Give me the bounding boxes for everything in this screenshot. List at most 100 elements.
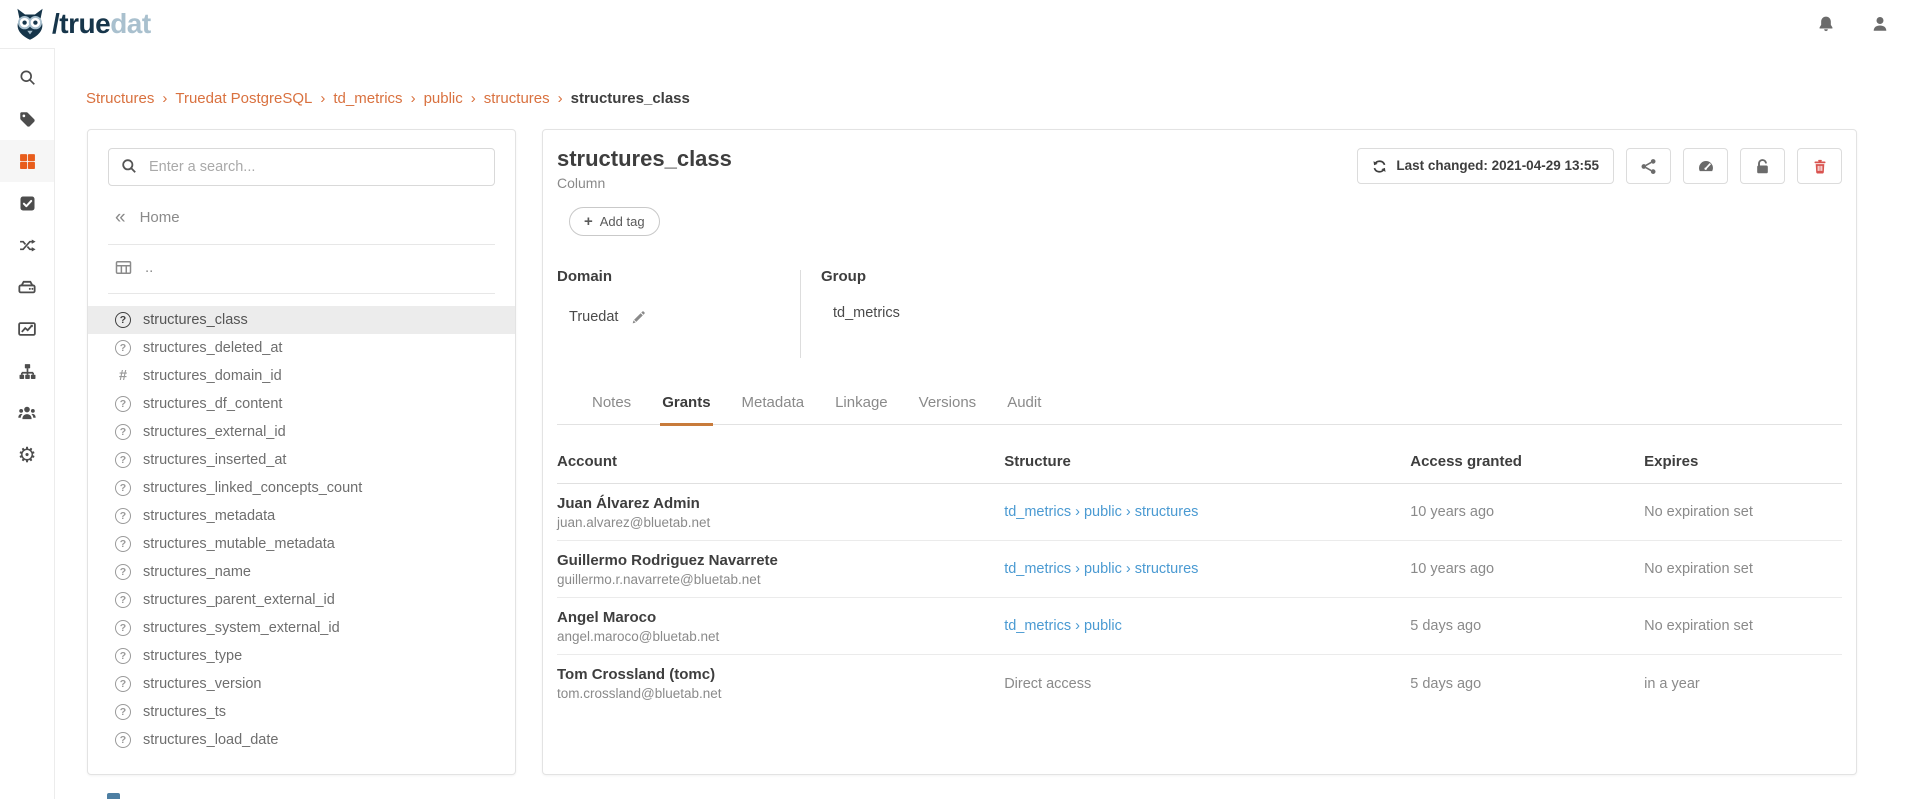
- profile-button[interactable]: [1683, 148, 1728, 184]
- structure-path-link[interactable]: td_metrics › public › structures: [1004, 561, 1198, 577]
- question-circle-icon: ?: [115, 312, 131, 328]
- access-granted-value: 5 days ago: [1410, 676, 1481, 692]
- breadcrumb: Structures›Truedat PostgreSQL›td_metrics…: [86, 90, 1911, 107]
- hdd-icon: [18, 278, 36, 296]
- tab-notes[interactable]: Notes: [590, 388, 633, 426]
- tab-versions[interactable]: Versions: [917, 388, 979, 426]
- nav-dashboards[interactable]: [0, 308, 54, 350]
- account-button[interactable]: [1867, 11, 1893, 37]
- list-item[interactable]: ?structures_ts: [88, 698, 515, 726]
- add-tag-button[interactable]: + Add tag: [569, 207, 660, 236]
- nav-settings[interactable]: ⚙: [0, 434, 54, 476]
- nav-users[interactable]: [0, 392, 54, 434]
- list-item[interactable]: ?structures_deleted_at: [88, 334, 515, 362]
- breadcrumb-link[interactable]: public: [424, 90, 463, 107]
- list-item[interactable]: ?structures_load_date: [88, 726, 515, 754]
- access-granted-cell: 10 years ago: [1410, 484, 1644, 541]
- list-item[interactable]: ?structures_df_content: [88, 390, 515, 418]
- grants-table: Account Structure Access granted Expires…: [557, 437, 1842, 712]
- table-row: Guillermo Rodriguez Navarreteguillermo.r…: [557, 541, 1842, 598]
- nav-domains[interactable]: [0, 350, 54, 392]
- grid-icon: [19, 153, 36, 170]
- tab-metadata[interactable]: Metadata: [740, 388, 807, 426]
- nav-tags[interactable]: [0, 98, 54, 140]
- structure-path-link[interactable]: td_metrics › public: [1004, 618, 1122, 634]
- nav-quality[interactable]: [0, 182, 54, 224]
- account-email: tom.crossland@bluetab.net: [557, 686, 1004, 701]
- tab-audit[interactable]: Audit: [1005, 388, 1043, 426]
- list-item[interactable]: ?structures_name: [88, 558, 515, 586]
- table-row: Angel Marocoangel.maroco@bluetab.nettd_m…: [557, 598, 1842, 655]
- list-item[interactable]: ?structures_system_external_id: [88, 614, 515, 642]
- account-cell: Angel Marocoangel.maroco@bluetab.net: [557, 598, 1004, 655]
- list-item[interactable]: ?structures_external_id: [88, 418, 515, 446]
- structure-cell: td_metrics › public › structures: [1004, 541, 1410, 598]
- parent-folder-item[interactable]: ..: [115, 259, 495, 276]
- tab-linkage[interactable]: Linkage: [833, 388, 890, 426]
- expires-value: No expiration set: [1644, 561, 1753, 577]
- truedat-logo[interactable]: /truedat: [12, 6, 151, 42]
- check-square-icon: [19, 195, 36, 212]
- divider: [108, 293, 495, 294]
- account-name: Angel Maroco: [557, 609, 1004, 626]
- account-cell: Guillermo Rodriguez Navarreteguillermo.r…: [557, 541, 1004, 598]
- share-button[interactable]: [1626, 148, 1671, 184]
- breadcrumb-link[interactable]: structures: [484, 90, 550, 107]
- nav-search[interactable]: [0, 56, 54, 98]
- list-item-label: structures_name: [143, 564, 251, 580]
- list-item[interactable]: ?structures_type: [88, 642, 515, 670]
- expires-cell: in a year: [1644, 655, 1842, 712]
- structure-text: Direct access: [1004, 676, 1091, 692]
- list-item[interactable]: #structures_domain_id: [88, 362, 515, 390]
- share-icon: [1640, 158, 1657, 175]
- list-item[interactable]: ?structures_linked_concepts_count: [88, 474, 515, 502]
- refresh-icon: [1372, 159, 1387, 174]
- structure-browser-panel: « Home .. ?structures_class?structures_d…: [87, 129, 516, 775]
- col-header-expires: Expires: [1644, 437, 1842, 484]
- list-item[interactable]: ?structures_parent_external_id: [88, 586, 515, 614]
- breadcrumb-link[interactable]: Structures: [86, 90, 154, 107]
- nav-lineage[interactable]: [0, 224, 54, 266]
- access-granted-cell: 5 days ago: [1410, 598, 1644, 655]
- breadcrumb-separator-icon: ›: [312, 90, 333, 107]
- list-item[interactable]: ?structures_metadata: [88, 502, 515, 530]
- unlock-button[interactable]: [1740, 148, 1785, 184]
- breadcrumb-link[interactable]: Truedat PostgreSQL: [175, 90, 312, 107]
- add-tag-label: Add tag: [600, 214, 645, 229]
- trash-icon: [1812, 158, 1828, 175]
- nav-systems[interactable]: [0, 266, 54, 308]
- list-item-label: structures_metadata: [143, 508, 275, 524]
- last-changed-button[interactable]: Last changed: 2021-04-29 13:55: [1357, 148, 1614, 184]
- list-item[interactable]: ?structures_class: [88, 306, 515, 334]
- list-item[interactable]: ?structures_version: [88, 670, 515, 698]
- expires-cell: No expiration set: [1644, 598, 1842, 655]
- nav-structures[interactable]: [0, 140, 54, 182]
- search-input[interactable]: [108, 148, 495, 186]
- account-email: juan.alvarez@bluetab.net: [557, 515, 1004, 530]
- delete-button[interactable]: [1797, 148, 1842, 184]
- structure-path-link[interactable]: td_metrics › public › structures: [1004, 504, 1198, 520]
- nav-rail: ⚙: [0, 48, 55, 799]
- access-granted-value: 10 years ago: [1410, 561, 1494, 577]
- list-item-label: structures_df_content: [143, 396, 282, 412]
- domain-value: Truedat: [569, 309, 618, 325]
- account-name: Juan Álvarez Admin: [557, 495, 1004, 512]
- pencil-icon: [631, 310, 646, 325]
- list-item-label: structures_version: [143, 676, 261, 692]
- list-item-label: structures_deleted_at: [143, 340, 282, 356]
- home-link[interactable]: « Home: [115, 208, 495, 227]
- breadcrumb-link[interactable]: td_metrics: [333, 90, 402, 107]
- list-item-label: structures_type: [143, 648, 242, 664]
- access-granted-value: 10 years ago: [1410, 504, 1494, 520]
- table-row: Tom Crossland (tomc)tom.crossland@blueta…: [557, 655, 1842, 712]
- hash-icon: #: [115, 369, 131, 384]
- notifications-button[interactable]: [1813, 11, 1839, 37]
- question-circle-icon: ?: [115, 452, 131, 468]
- question-circle-icon: ?: [115, 480, 131, 496]
- list-item[interactable]: ?structures_inserted_at: [88, 446, 515, 474]
- list-item-label: structures_load_date: [143, 732, 278, 748]
- edit-domain-button[interactable]: [631, 310, 646, 325]
- table-row: Juan Álvarez Admin juan.alvarez@bluetab.n…: [557, 484, 1842, 541]
- tab-grants[interactable]: Grants: [660, 388, 712, 426]
- list-item[interactable]: ?structures_mutable_metadata: [88, 530, 515, 558]
